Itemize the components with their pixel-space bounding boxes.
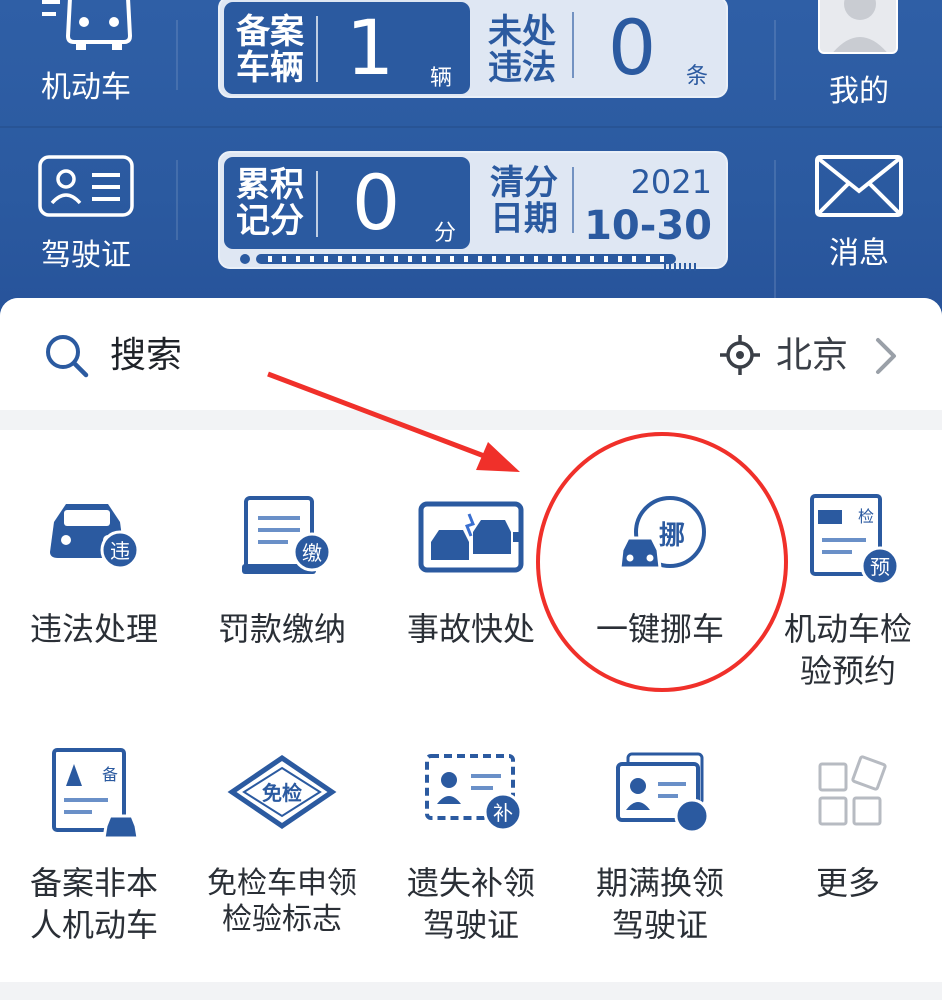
service-label: 备案非本 人机动车: [29, 864, 158, 944]
inspection-booking-icon: 检 预: [810, 494, 900, 586]
service-label: 机动车检 验预约: [783, 610, 912, 690]
locate-icon: [720, 335, 760, 375]
card-divider: [316, 16, 318, 82]
service-renew-license[interactable]: 期满换领 驾驶证: [566, 746, 754, 946]
more-grid-icon: [818, 755, 887, 826]
svg-text:备: 备: [102, 765, 118, 784]
avatar-icon: [818, 0, 898, 54]
unhandled-violations-title: 未处 违法: [488, 12, 556, 88]
accumulated-points-value: 0: [351, 158, 401, 247]
service-register-others-vehicle[interactable]: 备 备案非本 人机动车: [0, 746, 188, 946]
chevron-right-icon: [876, 338, 896, 374]
vehicle-count-panel: 备案 车辆 1 辆: [224, 2, 470, 94]
progress-start-dot: [240, 254, 250, 264]
nav-my-profile-label: 我的: [829, 74, 889, 109]
register-vehicle-icon: 备: [52, 748, 140, 840]
points-unit: 分: [434, 221, 457, 246]
accumulated-points-title: 累积 记分: [236, 165, 304, 241]
accident-icon: [418, 501, 524, 573]
card-divider: [572, 12, 574, 78]
service-inspection-booking[interactable]: 检 预 机动车检 验预约: [754, 492, 942, 692]
service-label: 事故快处: [406, 610, 535, 648]
header-divider: [774, 160, 776, 300]
service-label: 违法处理: [29, 610, 158, 648]
vehicle-summary-card[interactable]: 备案 车辆 1 辆 未处 违法 0 条: [218, 0, 728, 98]
svg-text:检: 检: [858, 507, 874, 526]
service-label: 罚款缴纳: [217, 610, 346, 648]
clear-date-title: 清分 日期: [490, 163, 558, 239]
city-name: 北京: [776, 335, 849, 376]
svg-text:预: 预: [870, 555, 890, 579]
nav-messages-label: 消息: [829, 236, 889, 271]
service-label: 期满换领 驾驶证: [595, 864, 724, 944]
fine-scroll-icon: 缴: [242, 496, 332, 574]
service-accident-quick[interactable]: 事故快处: [377, 492, 565, 662]
service-move-car[interactable]: 挪 一键挪车: [566, 492, 754, 662]
violations-unit: 条: [686, 64, 709, 89]
points-panel: 累积 记分 0 分: [224, 157, 470, 249]
barcode-marks: [664, 263, 696, 271]
clear-date-year: 2021: [630, 163, 712, 201]
registered-vehicles-count: 1: [345, 3, 395, 92]
move-car-icon: 挪: [618, 496, 706, 570]
service-reissue-license[interactable]: 补 遗失补领 驾驶证: [377, 746, 565, 946]
header-divider: [176, 20, 178, 90]
svg-text:缴: 缴: [302, 541, 322, 565]
nav-driver-license-label: 驾驶证: [41, 238, 131, 273]
exempt-badge-icon: 免检: [227, 754, 337, 830]
svg-text:免检: 免检: [262, 781, 302, 805]
car-outline-icon: [42, 0, 133, 50]
nav-vehicle-label: 机动车: [41, 70, 131, 105]
unhandled-violations-count: 0: [607, 3, 657, 92]
header-divider: [774, 20, 776, 100]
header-row-separator: [0, 126, 942, 128]
service-fine-payment[interactable]: 缴 罚款缴纳: [188, 492, 376, 662]
service-label: 遗失补领 驾驶证: [406, 864, 535, 944]
points-progress-track: [256, 254, 676, 264]
reissue-license-icon: 补: [425, 754, 523, 832]
service-label: 免检车申领 检验标志: [207, 866, 357, 937]
card-divider: [316, 171, 318, 237]
mail-icon: [815, 155, 903, 217]
vehicles-unit: 辆: [430, 66, 453, 91]
clear-date-month-day: 10-30: [584, 203, 712, 249]
service-exempt-inspection[interactable]: 免检 免检车申领 检验标志: [188, 746, 376, 946]
svg-text:挪: 挪: [659, 521, 685, 551]
renew-license-icon: [616, 752, 710, 834]
license-card-icon: [38, 155, 134, 217]
registered-vehicles-title: 备案 车辆: [236, 12, 304, 88]
search-icon: [46, 335, 89, 378]
service-violation-handling[interactable]: 违 违法处理: [0, 492, 188, 662]
header-divider: [176, 160, 178, 240]
svg-text:补: 补: [493, 801, 513, 825]
svg-text:违: 违: [110, 539, 130, 563]
header-panel: 机动车 驾驶证 备案 车辆 1 辆 未处 违法 0 条 累积 记分 0 分 清分…: [0, 0, 942, 320]
service-label: 更多: [815, 864, 880, 902]
violation-car-icon: 违: [50, 504, 140, 570]
points-summary-card[interactable]: 累积 记分 0 分 清分 日期 2021 10-30: [218, 151, 728, 271]
card-divider: [572, 167, 574, 233]
service-more[interactable]: 更多: [754, 746, 942, 946]
service-label: 一键挪车: [595, 610, 724, 648]
search-input[interactable]: 搜索: [110, 333, 182, 379]
